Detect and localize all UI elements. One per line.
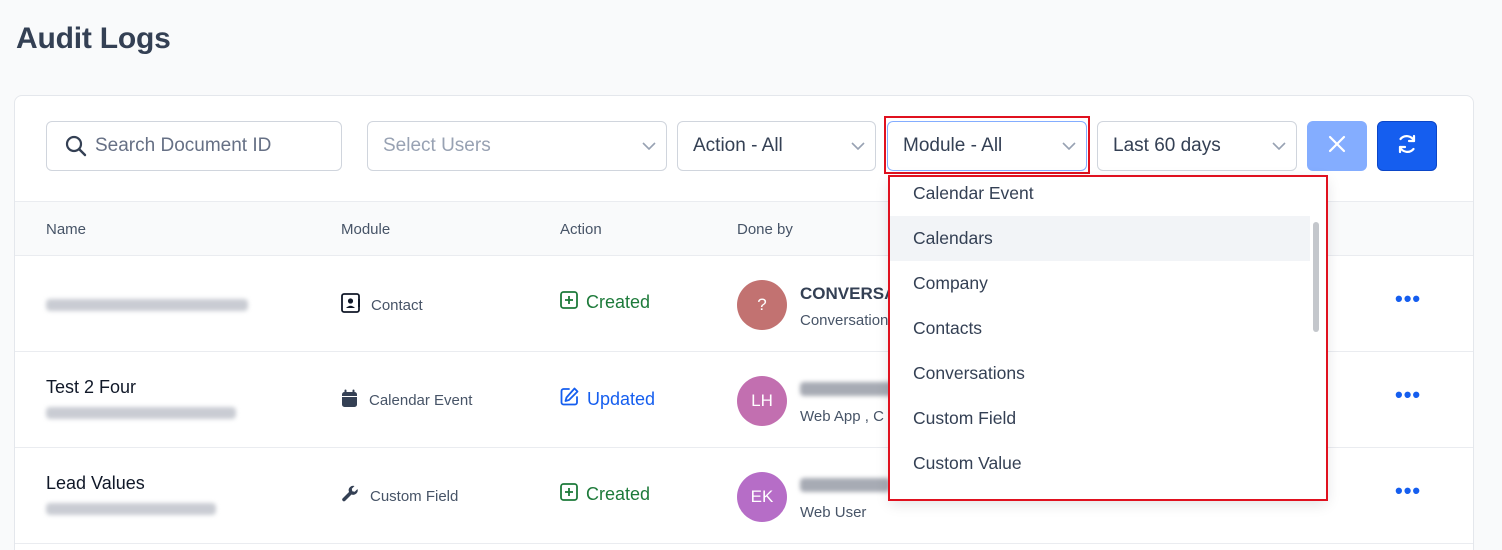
refresh-button[interactable] xyxy=(1377,121,1437,171)
module-option-contacts[interactable]: Contacts xyxy=(890,306,1310,351)
chevron-down-icon xyxy=(632,142,666,150)
clear-filters-button[interactable] xyxy=(1307,121,1367,171)
done-by-source: Conversation xyxy=(800,312,889,329)
action-label: Created xyxy=(586,484,651,504)
wrench-icon xyxy=(341,485,359,507)
select-users-placeholder: Select Users xyxy=(383,135,491,156)
module-option-custom-value[interactable]: Custom Value xyxy=(890,441,1310,486)
action-cell: Updated xyxy=(560,387,655,411)
avatar: ? xyxy=(737,280,787,330)
action-filter-dropdown[interactable]: Action - All xyxy=(677,121,876,171)
column-header-action: Action xyxy=(560,221,602,238)
module-label: Contact xyxy=(371,296,423,314)
module-option-company[interactable]: Company xyxy=(890,261,1310,306)
chevron-down-icon xyxy=(841,142,875,150)
module-dropdown-menu[interactable]: Calendar Event Calendars Company Contact… xyxy=(890,177,1326,499)
page-title: Audit Logs xyxy=(16,22,171,55)
search-icon xyxy=(65,135,87,157)
action-cell: Created xyxy=(560,483,650,506)
date-range-dropdown[interactable]: Last 60 days xyxy=(1097,121,1297,171)
action-filter-value: Action - All xyxy=(693,135,783,156)
dropdown-scrollbar[interactable] xyxy=(1313,222,1319,332)
module-filter-value: Module - All xyxy=(903,135,1003,156)
close-icon xyxy=(1328,135,1346,158)
chevron-down-icon xyxy=(1052,142,1086,150)
avatar: EK xyxy=(737,472,787,522)
module-cell: Calendar Event xyxy=(341,389,472,412)
avatar: LH xyxy=(737,376,787,426)
module-option-conversations[interactable]: Conversations xyxy=(890,351,1310,396)
date-range-value: Last 60 days xyxy=(1113,135,1221,156)
row-name: Lead Values xyxy=(46,473,145,493)
action-cell: Created xyxy=(560,291,650,314)
done-by-source: Web User xyxy=(800,504,867,521)
done-by-name-redacted xyxy=(800,478,890,492)
done-by-source: Web App , C xyxy=(800,408,884,425)
column-header-done-by: Done by xyxy=(737,221,793,238)
edit-icon xyxy=(560,387,579,411)
row-actions-button[interactable]: ••• xyxy=(1395,286,1421,312)
refresh-icon xyxy=(1395,132,1419,161)
column-header-name: Name xyxy=(46,221,87,238)
row-actions-button[interactable]: ••• xyxy=(1395,382,1421,408)
done-by-name: CONVERSA xyxy=(800,284,897,303)
action-label: Updated xyxy=(587,388,656,409)
search-input[interactable]: Search Document ID xyxy=(46,121,342,171)
module-option-custom-field[interactable]: Custom Field xyxy=(890,396,1310,441)
module-cell: Custom Field xyxy=(341,485,458,507)
module-label: Calendar Event xyxy=(369,392,473,409)
module-filter-dropdown[interactable]: Module - All xyxy=(887,121,1087,171)
module-option-calendar-event[interactable]: Calendar Event xyxy=(890,177,1310,216)
module-cell: Contact xyxy=(341,293,423,317)
calendar-icon xyxy=(341,389,358,412)
plus-square-icon xyxy=(560,291,578,314)
row-actions-button[interactable]: ••• xyxy=(1395,478,1421,504)
module-label: Custom Field xyxy=(370,487,459,505)
action-label: Created xyxy=(586,292,651,312)
search-placeholder: Search Document ID xyxy=(95,135,272,156)
name-redacted xyxy=(46,299,248,311)
id-redacted xyxy=(46,503,216,515)
row-name: Test 2 Four xyxy=(46,377,137,397)
select-users-dropdown[interactable]: Select Users xyxy=(367,121,667,171)
id-redacted xyxy=(46,407,236,419)
column-header-module: Module xyxy=(341,221,391,238)
contact-card-icon xyxy=(341,293,360,317)
module-option-calendars[interactable]: Calendars xyxy=(890,216,1310,261)
done-by-name-redacted xyxy=(800,382,895,396)
plus-square-icon xyxy=(560,483,578,506)
chevron-down-icon xyxy=(1262,142,1296,150)
